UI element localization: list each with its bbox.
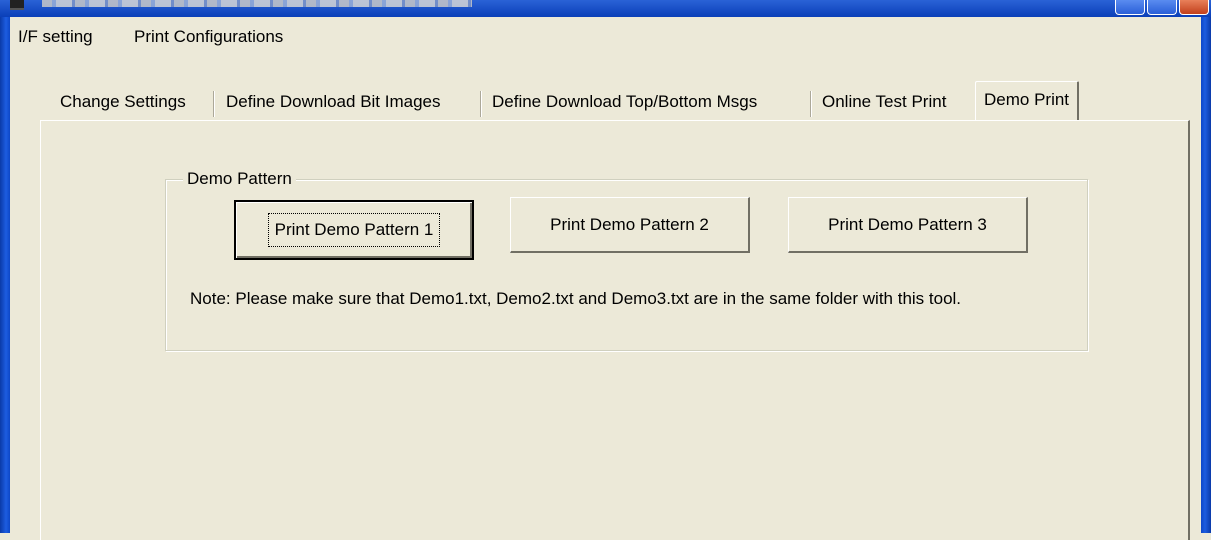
menu-bar: I/F setting Print Configurations bbox=[10, 17, 1201, 55]
tab-define-download-top-bottom-msgs[interactable]: Define Download Top/Bottom Msgs bbox=[488, 85, 761, 119]
client-area: Change Settings Define Download Bit Imag… bbox=[10, 55, 1201, 540]
tab-divider bbox=[480, 91, 482, 117]
tab-online-test-print[interactable]: Online Test Print bbox=[818, 85, 950, 119]
window-title bbox=[42, 0, 472, 7]
tab-demo-print[interactable]: Demo Print bbox=[975, 81, 1080, 121]
print-demo-pattern-3-button[interactable]: Print Demo Pattern 3 bbox=[788, 197, 1028, 253]
menu-print-configurations[interactable]: Print Configurations bbox=[134, 27, 283, 47]
tab-divider bbox=[810, 91, 812, 117]
print-demo-pattern-1-button[interactable]: Print Demo Pattern 1 bbox=[234, 200, 474, 260]
demo-pattern-group-label: Demo Pattern bbox=[183, 169, 296, 189]
app-icon[interactable] bbox=[10, 0, 24, 10]
print-demo-pattern-1-label: Print Demo Pattern 1 bbox=[267, 213, 441, 247]
demo-files-note: Note: Please make sure that Demo1.txt, D… bbox=[190, 289, 962, 308]
minimize-button[interactable] bbox=[1115, 0, 1145, 15]
window-frame-right bbox=[1201, 17, 1211, 533]
tab-change-settings[interactable]: Change Settings bbox=[56, 85, 190, 119]
maximize-button[interactable] bbox=[1147, 0, 1177, 15]
tab-define-download-bit-images[interactable]: Define Download Bit Images bbox=[222, 85, 445, 119]
tab-divider bbox=[213, 91, 215, 117]
print-demo-pattern-2-label: Print Demo Pattern 2 bbox=[550, 214, 709, 234]
menu-if-setting[interactable]: I/F setting bbox=[18, 27, 93, 47]
window-frame-left bbox=[0, 17, 10, 533]
close-button[interactable] bbox=[1179, 0, 1209, 15]
title-bar[interactable] bbox=[0, 0, 1211, 17]
print-demo-pattern-3-label: Print Demo Pattern 3 bbox=[828, 214, 987, 234]
print-demo-pattern-2-button[interactable]: Print Demo Pattern 2 bbox=[510, 197, 750, 253]
